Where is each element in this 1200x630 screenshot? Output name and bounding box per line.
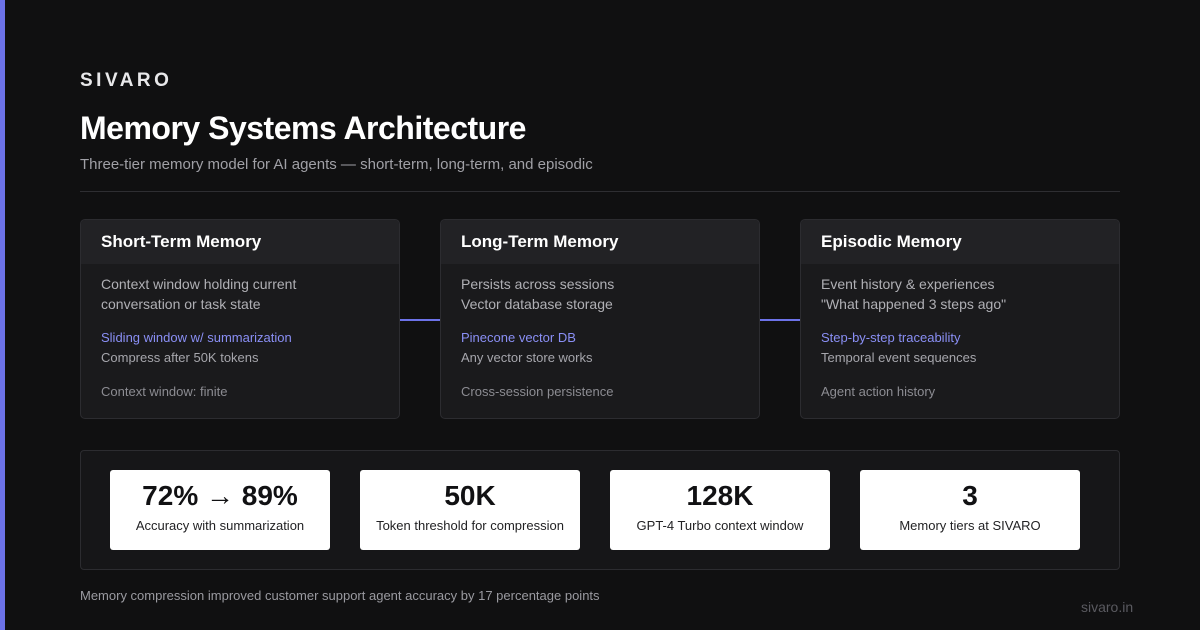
divider bbox=[80, 191, 1120, 192]
card-long-term-memory: Long-Term Memory Persists across session… bbox=[440, 219, 760, 419]
accent-bar bbox=[0, 0, 5, 630]
card-detail: Temporal event sequences bbox=[821, 350, 977, 365]
stat-label: Accuracy with summarization bbox=[135, 518, 305, 533]
card-short-term-memory: Short-Term Memory Context window holding… bbox=[80, 219, 400, 419]
card-footer: Agent action history bbox=[821, 384, 936, 399]
stat-label: Token threshold for compression bbox=[376, 518, 564, 533]
footnote: Memory compression improved customer sup… bbox=[80, 588, 600, 603]
stat-label: GPT-4 Turbo context window bbox=[636, 518, 804, 533]
card-episodic-memory: Episodic Memory Event history & experien… bbox=[800, 219, 1120, 419]
card-detail: Any vector store works bbox=[461, 350, 593, 365]
card-title: Short-Term Memory bbox=[81, 220, 399, 264]
card-highlight: Step-by-step traceability bbox=[821, 330, 961, 345]
card-detail: Compress after 50K tokens bbox=[101, 350, 259, 365]
stat-card: 128K GPT-4 Turbo context window bbox=[610, 470, 830, 550]
card-description-line: Context window holding current bbox=[101, 276, 297, 292]
card-highlight: Pinecone vector DB bbox=[461, 330, 576, 345]
card-description-line: conversation or task state bbox=[101, 296, 261, 312]
card-description-line: Persists across sessions bbox=[461, 276, 615, 292]
stats-panel: 72% → 89% Accuracy with summarization 50… bbox=[80, 450, 1120, 570]
stat-card: 3 Memory tiers at SIVARO bbox=[860, 470, 1080, 550]
stat-card: 50K Token threshold for compression bbox=[360, 470, 580, 550]
stat-value: 72% → 89% bbox=[142, 480, 298, 511]
stat-value: 50K bbox=[444, 480, 496, 511]
stat-label: Memory tiers at SIVARO bbox=[899, 518, 1041, 533]
card-title: Episodic Memory bbox=[801, 220, 1119, 264]
stat-value: 3 bbox=[962, 480, 978, 511]
card-footer: Context window: finite bbox=[101, 384, 228, 399]
card-description-line: Event history & experiences bbox=[821, 276, 995, 292]
stat-card: 72% → 89% Accuracy with summarization bbox=[110, 470, 330, 550]
card-title: Long-Term Memory bbox=[441, 220, 759, 264]
card-footer: Cross-session persistence bbox=[461, 384, 614, 399]
site-url: sivaro.in bbox=[1081, 599, 1134, 615]
card-highlight: Sliding window w/ summarization bbox=[101, 330, 292, 345]
page-title: Memory Systems Architecture bbox=[80, 110, 526, 146]
card-description-line: "What happened 3 steps ago" bbox=[821, 296, 1007, 312]
page-subtitle: Three-tier memory model for AI agents — … bbox=[80, 156, 593, 173]
stat-value: 128K bbox=[686, 480, 754, 511]
card-description-line: Vector database storage bbox=[461, 296, 613, 312]
brand-logo: SIVARO bbox=[80, 70, 173, 91]
